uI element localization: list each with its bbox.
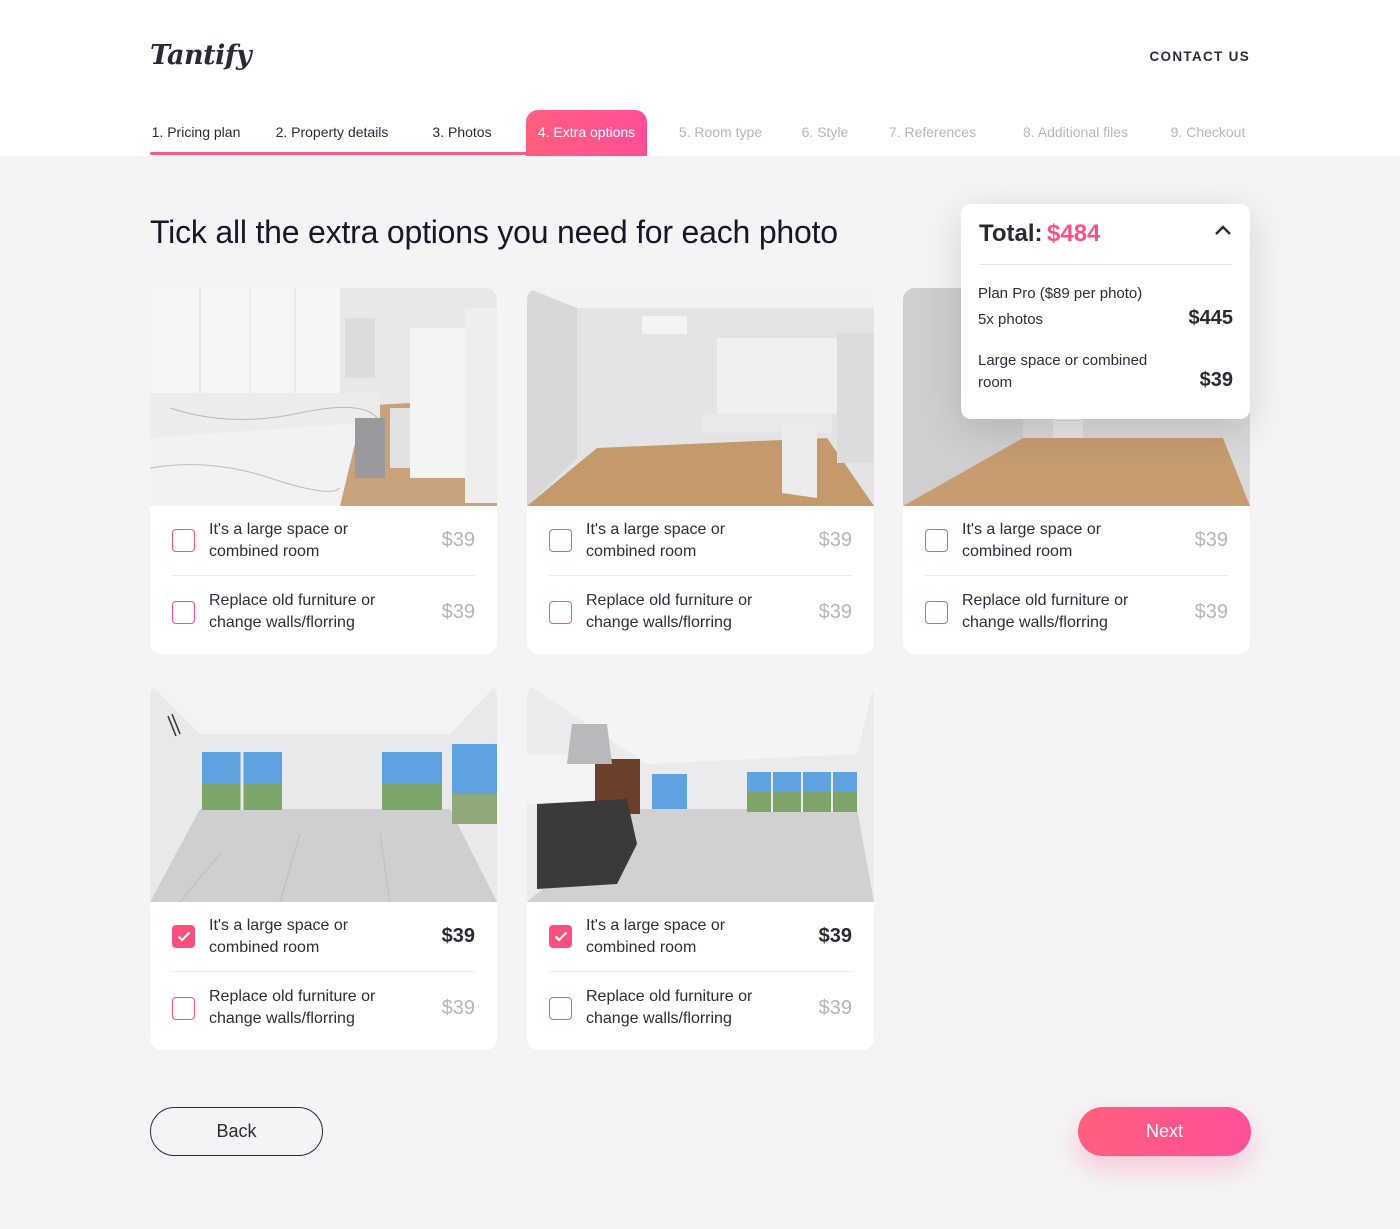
photo-card: It's a large space or combined room $39 …	[150, 288, 497, 654]
photo-card: It's a large space or combined room $39 …	[527, 684, 874, 1050]
living-room-photo	[150, 684, 497, 902]
option-label: It's a large space or combined room	[962, 520, 1102, 560]
option-row: Replace old furniture or change walls/fl…	[549, 973, 852, 1043]
step-photos[interactable]: 3. Photos	[428, 110, 496, 156]
kitchen-photo	[150, 288, 497, 506]
step-extra-options[interactable]: 4. Extra options	[526, 110, 647, 156]
chevron-up-icon[interactable]	[1214, 224, 1232, 236]
total-value: $484	[1047, 220, 1101, 247]
replace-furniture-checkbox[interactable]	[925, 600, 948, 624]
plan-price: $445	[1188, 307, 1234, 329]
step-property-details[interactable]: 2. Property details	[270, 110, 394, 156]
option-label: Replace old furniture or change walls/fl…	[586, 592, 753, 631]
option-label: Replace old furniture or change walls/fl…	[586, 988, 753, 1027]
option-label: It's a large space or combined room	[586, 520, 726, 560]
extra-price: $39	[1199, 369, 1233, 391]
logo[interactable]: Tantify	[150, 40, 252, 71]
option-label: Replace old furniture or change walls/fl…	[209, 988, 376, 1027]
option-price: $39	[1194, 600, 1228, 623]
plan-line: Plan Pro ($89 per photo)	[978, 285, 1143, 302]
step-checkout[interactable]: 9. Checkout	[1166, 110, 1250, 156]
option-row: Replace old furniture or change walls/fl…	[549, 577, 852, 647]
option-row: It's a large space or combined room $39	[549, 506, 852, 576]
total-label: Total:	[979, 220, 1043, 247]
open-kitchen-photo	[527, 684, 874, 902]
page-heading: Tick all the extra options you need for …	[150, 214, 838, 250]
photo-card: It's a large space or combined room $39 …	[150, 684, 497, 1050]
extra-description: Large space or combined room	[978, 352, 1148, 391]
total-summary-panel: Total: $484 Plan Pro ($89 per photo) 5x …	[961, 204, 1250, 419]
large-space-checkbox[interactable]	[549, 925, 572, 948]
step-additional-files[interactable]: 8. Additional files	[1015, 110, 1136, 156]
option-row: It's a large space or combined room $39	[172, 902, 475, 972]
photo-image	[150, 684, 497, 902]
option-label: Replace old furniture or change walls/fl…	[962, 592, 1129, 631]
option-price: $39	[818, 925, 852, 947]
contact-us-link[interactable]: CONTACT US	[1150, 49, 1251, 64]
option-row: It's a large space or combined room $39	[172, 506, 475, 576]
option-row: It's a large space or combined room $39	[549, 902, 852, 972]
option-price: $39	[818, 996, 852, 1019]
option-price: $39	[818, 600, 852, 623]
large-space-checkbox[interactable]	[925, 529, 948, 552]
total-header[interactable]: Total: $484	[979, 220, 1232, 265]
photo-card: It's a large space or combined room $39 …	[527, 288, 874, 654]
option-label: It's a large space or combined room	[586, 916, 726, 956]
progress-bar	[150, 152, 540, 155]
large-space-checkbox[interactable]	[549, 529, 572, 552]
photo-image	[527, 288, 874, 506]
option-price: $39	[441, 925, 475, 947]
option-row: Replace old furniture or change walls/fl…	[172, 577, 475, 647]
replace-furniture-checkbox[interactable]	[549, 996, 572, 1020]
back-button[interactable]: Back	[150, 1107, 323, 1156]
option-price: $39	[441, 600, 475, 623]
next-button[interactable]: Next	[1078, 1107, 1251, 1156]
option-label: It's a large space or combined room	[209, 916, 349, 956]
option-price: $39	[818, 529, 852, 551]
option-row: Replace old furniture or change walls/fl…	[172, 973, 475, 1043]
photo-image	[527, 684, 874, 902]
option-label: It's a large space or combined room	[209, 520, 349, 560]
replace-furniture-checkbox[interactable]	[549, 600, 572, 624]
step-style[interactable]: 6. Style	[797, 110, 853, 156]
checkmark-icon	[177, 931, 190, 942]
option-row: It's a large space or combined room $39	[925, 506, 1228, 576]
option-price: $39	[441, 529, 475, 551]
option-price: $39	[441, 996, 475, 1019]
large-space-checkbox[interactable]	[172, 925, 195, 948]
step-room-type[interactable]: 5. Room type	[674, 110, 767, 156]
checkmark-icon	[554, 931, 567, 942]
large-space-checkbox[interactable]	[172, 529, 195, 552]
step-references[interactable]: 7. References	[885, 110, 980, 156]
replace-furniture-checkbox[interactable]	[172, 600, 195, 624]
option-price: $39	[1194, 529, 1228, 551]
replace-furniture-checkbox[interactable]	[172, 996, 195, 1020]
step-pricing-plan[interactable]: 1. Pricing plan	[150, 110, 242, 156]
kitchen-room-photo	[527, 288, 874, 506]
option-label: Replace old furniture or change walls/fl…	[209, 592, 376, 631]
top-bar: Tantify CONTACT US 1. Pricing plan 2. Pr…	[0, 0, 1400, 156]
option-row: Replace old furniture or change walls/fl…	[925, 577, 1228, 647]
step-navigation: 1. Pricing plan 2. Property details 3. P…	[0, 110, 1400, 156]
photo-image	[150, 288, 497, 506]
